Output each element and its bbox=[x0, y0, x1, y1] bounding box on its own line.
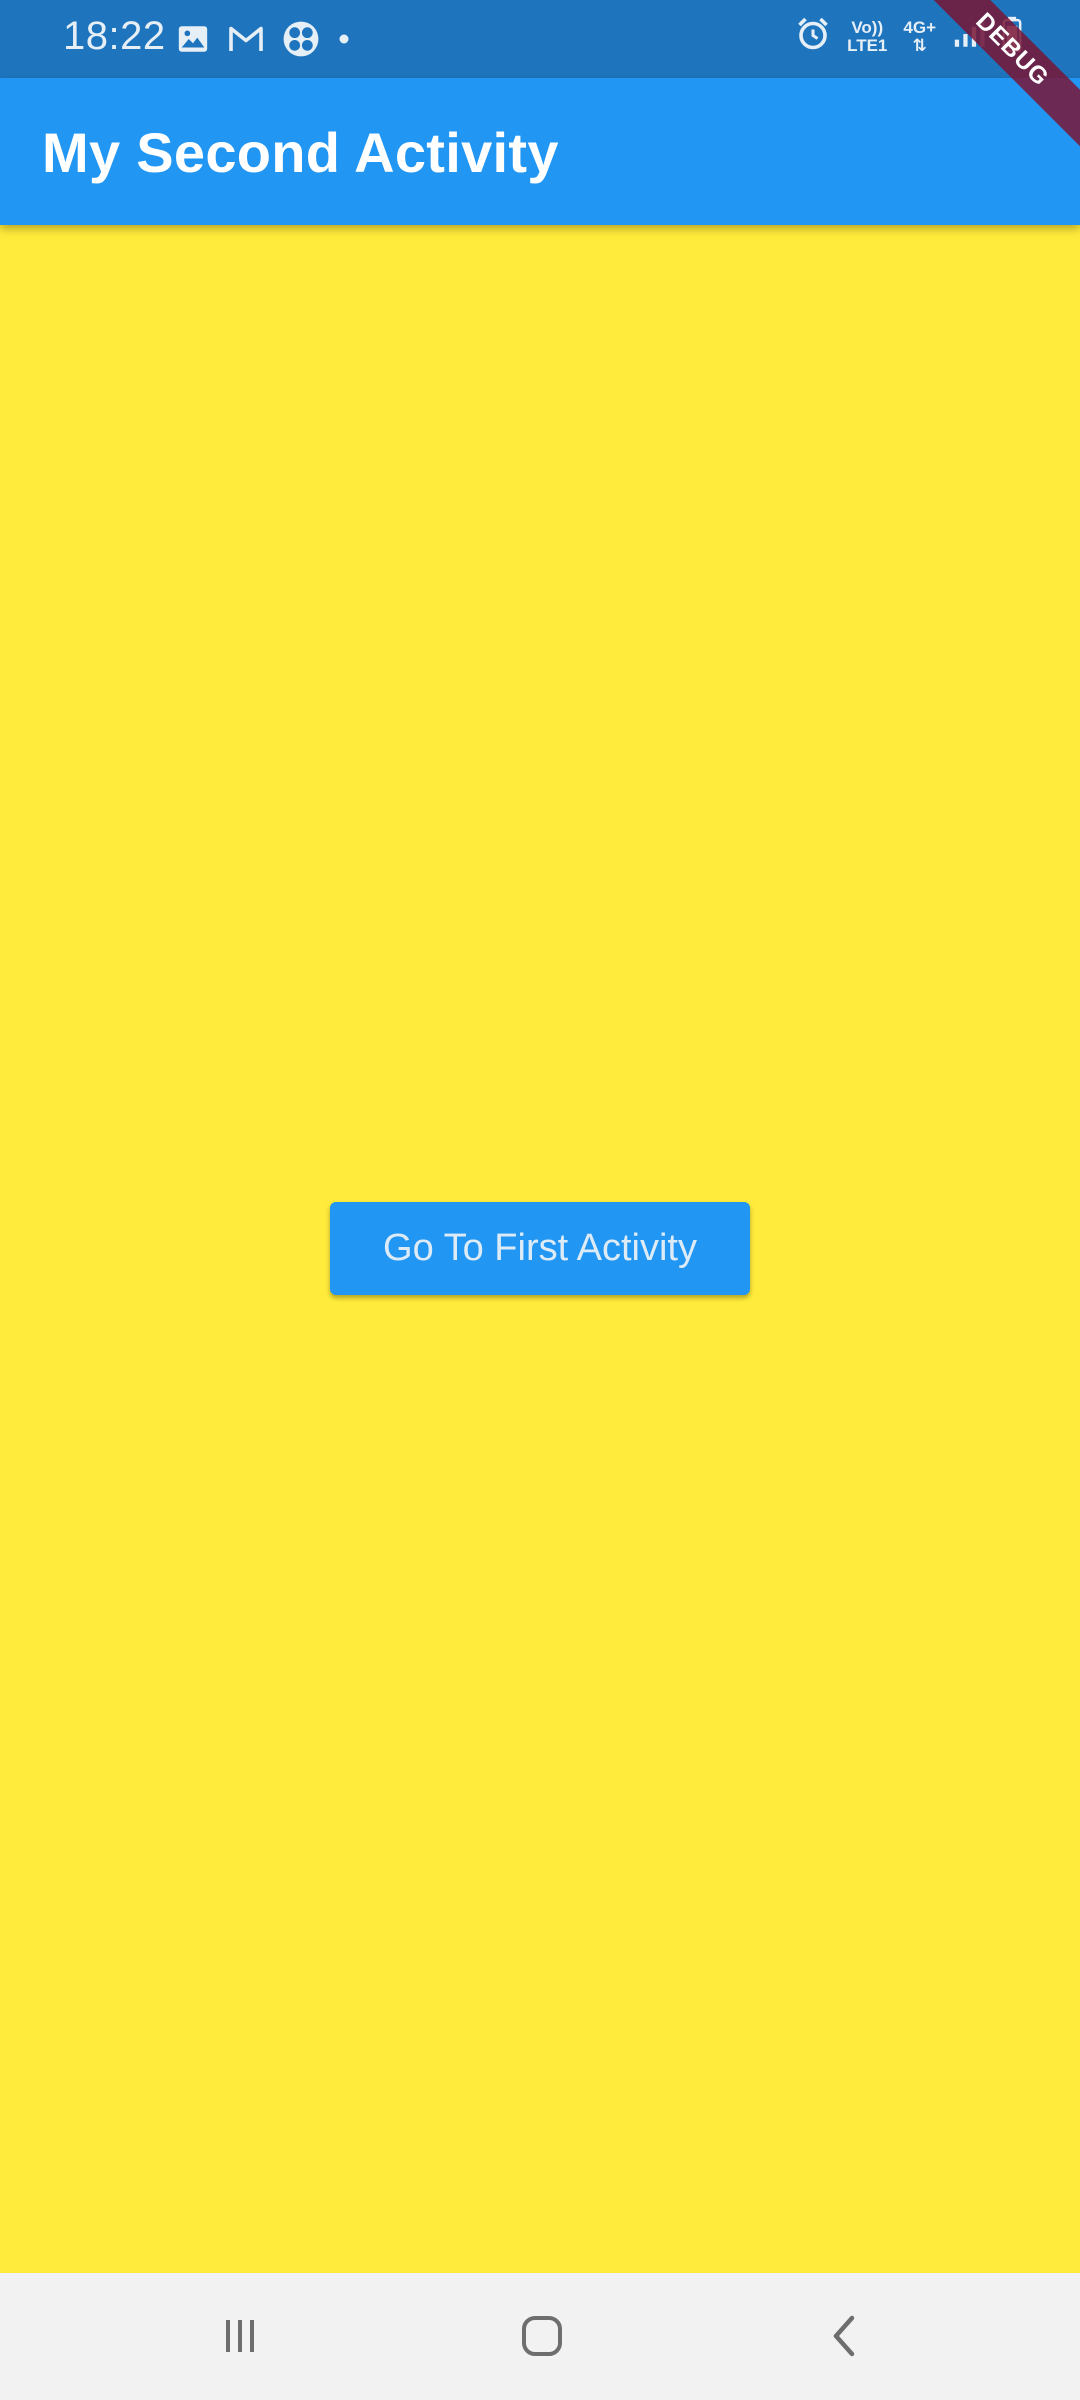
status-time: 18:22 bbox=[63, 14, 166, 58]
network-type-label: 4G+ bbox=[903, 17, 936, 37]
data-arrows-icon: ⇅ bbox=[912, 35, 927, 55]
status-bar: 18:22 Vo)) LTE1 4G+ ⇅ bbox=[0, 0, 1080, 78]
volte-indicator: Vo)) LTE1 bbox=[847, 17, 888, 55]
home-icon bbox=[518, 2312, 566, 2365]
page-title: My Second Activity bbox=[42, 121, 559, 184]
screen: 18:22 Vo)) LTE1 4G+ ⇅ DEBUG My Second Ac… bbox=[0, 0, 1080, 2400]
back-icon bbox=[822, 2312, 866, 2365]
app-bar: My Second Activity bbox=[0, 78, 1080, 225]
volte-label: Vo)) bbox=[851, 17, 884, 37]
home-button[interactable] bbox=[502, 2303, 582, 2373]
status-notification-icons bbox=[176, 20, 350, 58]
back-button[interactable] bbox=[804, 2303, 884, 2373]
alarm-icon bbox=[795, 16, 831, 57]
lte-label: LTE1 bbox=[847, 35, 888, 55]
notification-dot-icon bbox=[338, 33, 350, 45]
go-to-first-activity-button[interactable]: Go To First Activity bbox=[330, 1202, 750, 1295]
recents-icon bbox=[218, 2314, 262, 2363]
image-icon bbox=[176, 22, 210, 56]
network-type-indicator: 4G+ ⇅ bbox=[903, 17, 936, 55]
recents-button[interactable] bbox=[200, 2303, 280, 2373]
navigation-bar bbox=[0, 2273, 1080, 2400]
pinwheel-app-icon bbox=[282, 20, 320, 58]
gmail-icon bbox=[228, 24, 264, 54]
